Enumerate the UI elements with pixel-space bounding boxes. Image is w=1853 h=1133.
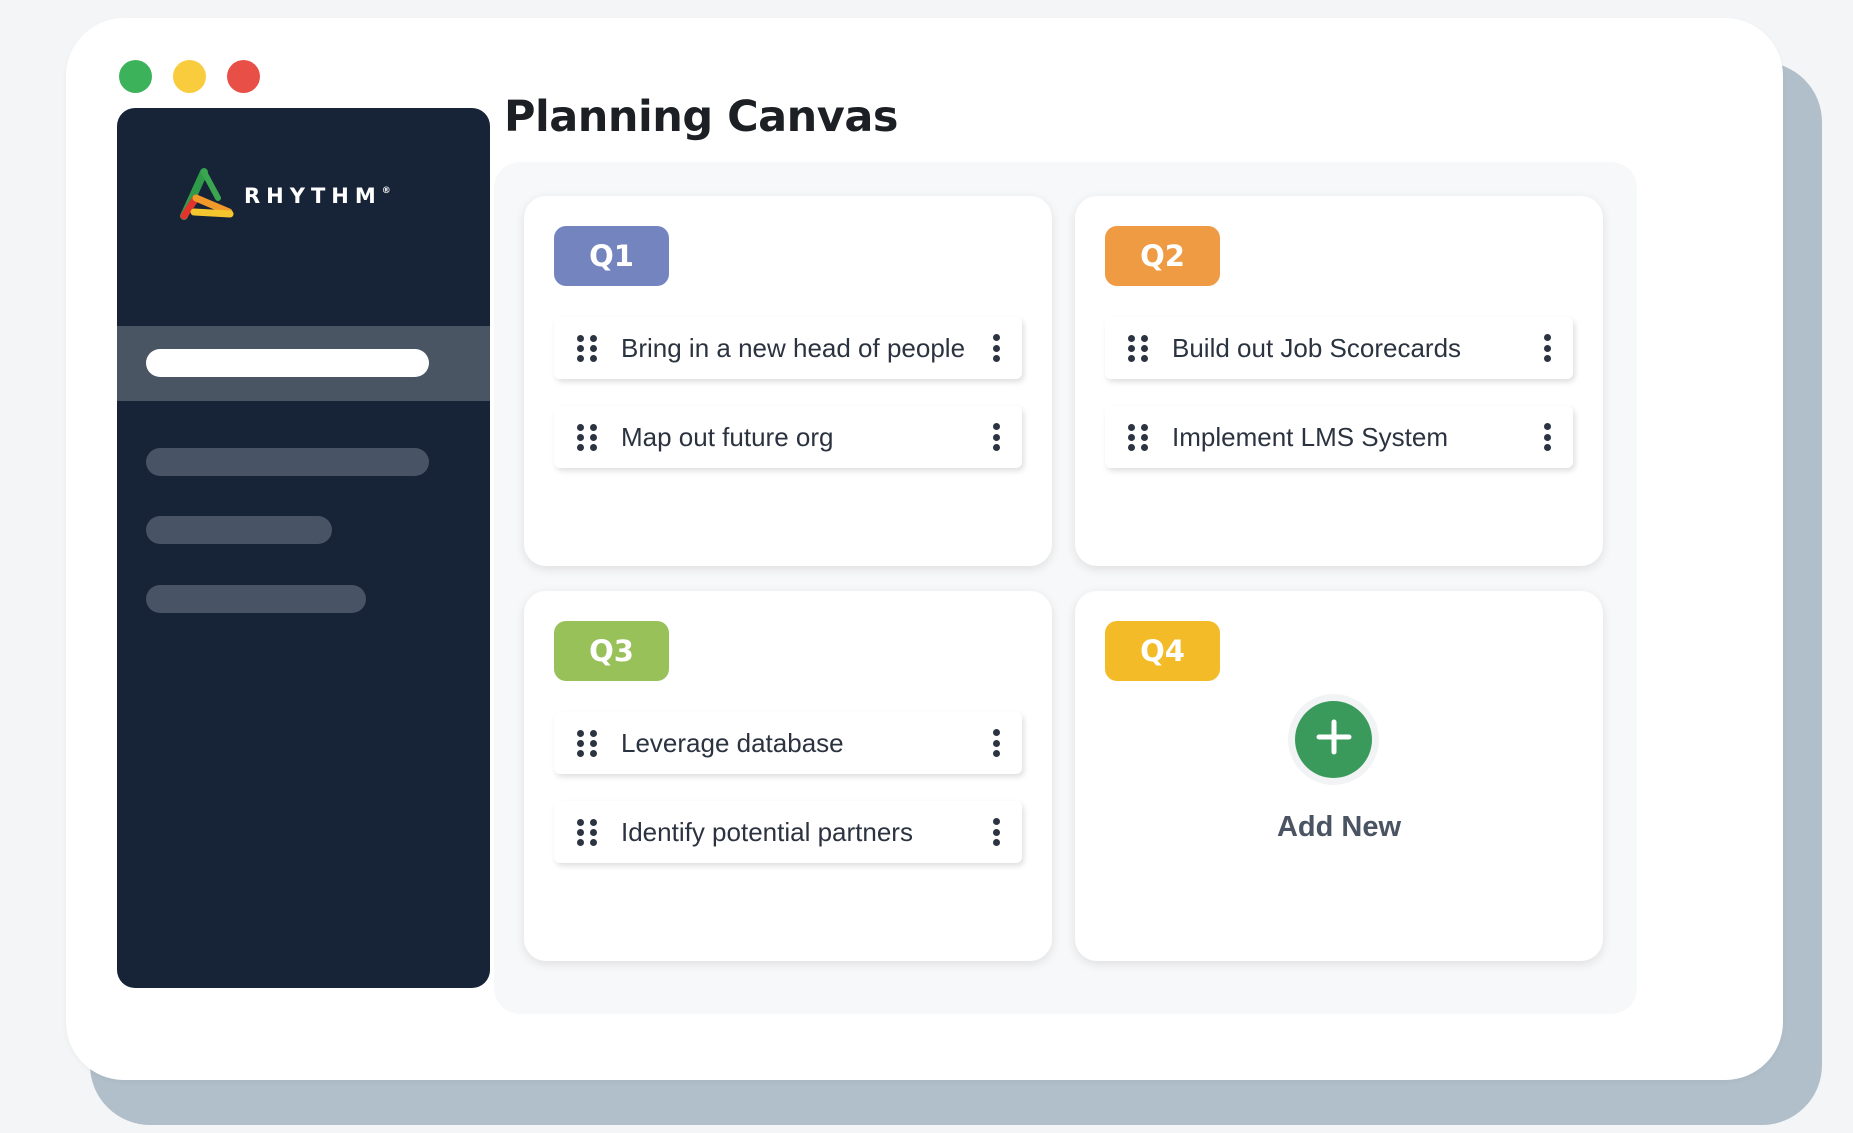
task-label: Identify potential partners <box>621 816 913 847</box>
more-vertical-icon[interactable] <box>992 818 1000 846</box>
task-label: Bring in a new head of people <box>621 332 966 363</box>
brand-name: RHYTHM® <box>244 184 391 208</box>
window-control-red[interactable] <box>227 60 260 93</box>
drag-handle-icon[interactable] <box>577 335 597 362</box>
quadrant-badge-q2: Q2 <box>1105 226 1220 286</box>
quadrant-q1: Q1 Bring in a new head of people Map out… <box>524 196 1052 566</box>
task-item[interactable]: Implement LMS System <box>1105 406 1573 468</box>
more-vertical-icon[interactable] <box>992 423 1000 451</box>
sidebar-item-placeholder-1[interactable] <box>146 448 429 476</box>
more-vertical-icon[interactable] <box>992 729 1000 757</box>
drag-handle-icon[interactable] <box>577 424 597 451</box>
drag-handle-icon[interactable] <box>1128 335 1148 362</box>
task-label: Build out Job Scorecards <box>1172 332 1462 363</box>
stage: RHYTHM® Planning Canvas Q1 Bring in a ne… <box>0 0 1853 1133</box>
task-item[interactable]: Map out future org <box>554 406 1022 468</box>
sidebar-item-placeholder-3[interactable] <box>146 585 366 613</box>
quadrant-q3: Q3 Leverage database Identify potential … <box>524 591 1052 961</box>
page-title: Planning Canvas <box>504 92 898 142</box>
more-vertical-icon[interactable] <box>1543 334 1551 362</box>
task-item[interactable]: Build out Job Scorecards <box>1105 317 1573 379</box>
add-new-button[interactable] <box>1295 701 1372 778</box>
quadrant-badge-q3: Q3 <box>554 621 669 681</box>
window-control-yellow[interactable] <box>173 60 206 93</box>
drag-handle-icon[interactable] <box>1128 424 1148 451</box>
quadrant-q4: Q4 Add New <box>1075 591 1603 961</box>
task-label: Implement LMS System <box>1172 421 1448 452</box>
task-item[interactable]: Bring in a new head of people <box>554 317 1022 379</box>
brand-logo[interactable]: RHYTHM® <box>174 168 391 224</box>
add-new-label[interactable]: Add New <box>1075 811 1603 844</box>
quadrant-badge-q4: Q4 <box>1105 621 1220 681</box>
trademark-symbol: ® <box>381 186 391 196</box>
quadrant-q2: Q2 Build out Job Scorecards Implement LM… <box>1075 196 1603 566</box>
drag-handle-icon[interactable] <box>577 730 597 757</box>
sidebar: RHYTHM® <box>117 108 490 988</box>
quadrant-badge-q1: Q1 <box>554 226 669 286</box>
task-item[interactable]: Leverage database <box>554 712 1022 774</box>
drag-handle-icon[interactable] <box>577 819 597 846</box>
sidebar-item-active-placeholder[interactable] <box>146 349 429 377</box>
window-control-green[interactable] <box>119 60 152 93</box>
more-vertical-icon[interactable] <box>1543 423 1551 451</box>
plus-icon <box>1314 717 1354 762</box>
more-vertical-icon[interactable] <box>992 334 1000 362</box>
sidebar-item-placeholder-2[interactable] <box>146 516 332 544</box>
task-label: Map out future org <box>621 421 834 452</box>
rhythm-triangle-logo-icon <box>174 168 234 224</box>
task-label: Leverage database <box>621 727 844 758</box>
planning-canvas: Q1 Bring in a new head of people Map out… <box>494 162 1637 1014</box>
task-item[interactable]: Identify potential partners <box>554 801 1022 863</box>
